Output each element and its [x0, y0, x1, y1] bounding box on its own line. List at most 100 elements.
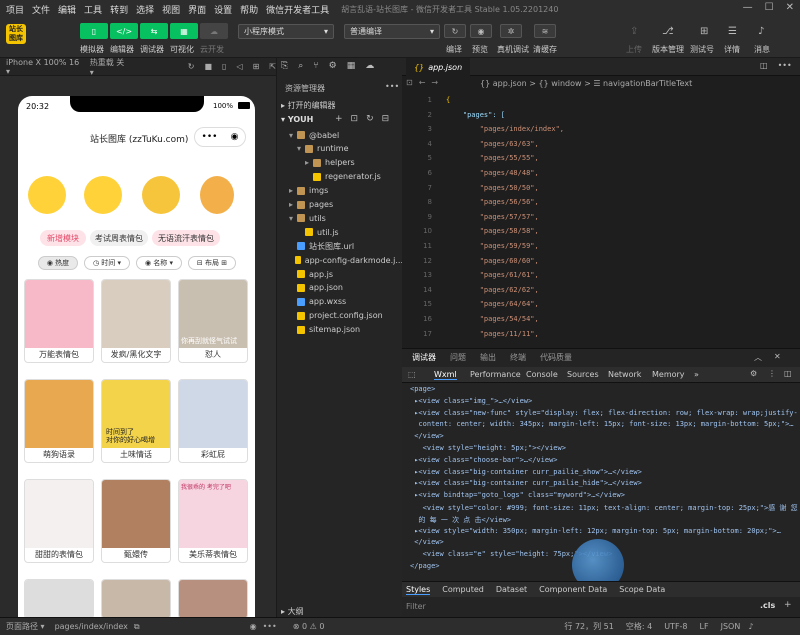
file-tree-item[interactable]: project.config.json [277, 309, 403, 323]
project-section[interactable]: ▾ YOUH [281, 115, 313, 124]
file-tree-item[interactable]: app-config-darkmode.j... [277, 253, 403, 267]
page-path-label[interactable]: 页面路径 ▾ [6, 621, 45, 632]
menu-file[interactable]: 文件 [32, 3, 50, 16]
tab-memory[interactable]: Memory [652, 370, 685, 379]
git-icon[interactable]: ⑂ [313, 61, 318, 71]
encoding[interactable]: UTF-8 [664, 622, 687, 631]
wxml-node[interactable]: <page> [410, 385, 435, 393]
search-icon[interactable]: ⌕ [298, 61, 303, 71]
sort-hot[interactable]: ◉ 热度 [38, 256, 78, 270]
emoji-chick-4[interactable] [200, 176, 234, 214]
file-tree-item[interactable]: app.json [277, 281, 403, 295]
problems-count[interactable]: ⊗ 0 ⚠ 0 [293, 622, 325, 631]
copy-icon[interactable]: ⧉ [134, 622, 140, 632]
visual-toggle[interactable]: ▦ [170, 23, 198, 39]
volume-icon[interactable]: ◁ [236, 62, 242, 71]
new-file-icon[interactable]: + [335, 114, 343, 124]
forward-icon[interactable]: → [431, 78, 438, 87]
wxml-node[interactable]: <view style="color: #999; font-size: 11p… [410, 503, 798, 513]
tab-issues[interactable]: 问题 [450, 352, 466, 363]
hot-reload-select[interactable]: 热重载 关 ▾ [90, 57, 128, 77]
inspect-icon[interactable]: ⬚ [408, 370, 416, 379]
wxml-node[interactable]: ▸<view class="new-func" style="display: … [410, 409, 798, 417]
real-debug-button[interactable]: ✲ [500, 24, 522, 38]
settings-icon[interactable]: ⚙ [750, 369, 757, 378]
close-icon[interactable]: ✕ [786, 2, 794, 13]
tab-dataset[interactable]: Dataset [496, 585, 527, 594]
menu-lines-icon[interactable]: ☰ [728, 26, 737, 37]
line-ending[interactable]: LF [700, 622, 709, 631]
phone-icon[interactable]: ▯ [222, 62, 226, 71]
tab-sources[interactable]: Sources [567, 370, 599, 379]
tab-scope-data[interactable]: Scope Data [619, 585, 665, 594]
card-partial-2[interactable] [101, 579, 171, 617]
editor-toggle[interactable]: </> [110, 23, 138, 39]
dock-icon[interactable]: ◫ [784, 369, 792, 378]
more-icon[interactable]: ••• [385, 82, 399, 91]
tag-speechless[interactable]: 无语流汗表情包 [152, 230, 220, 246]
more-icon[interactable]: ••• [263, 622, 277, 631]
mode-select[interactable]: 小程序模式 ▾ [238, 24, 334, 39]
wxml-node[interactable]: ▸<view style="width: 350px; margin-left:… [410, 527, 781, 535]
wxml-node[interactable]: content: center; width: 345px; margin-le… [410, 420, 793, 428]
code-area[interactable]: 1 {2 "pages": [3 "pages/index/index", 4 "p… [402, 94, 800, 348]
card-meilodi[interactable]: 我很乖的 考完了吧 美乐蒂表情包 [178, 479, 248, 563]
tab-console[interactable]: Console [526, 370, 558, 379]
tag-exam-week[interactable]: 考试周表情包 [90, 230, 148, 246]
simulator-toggle[interactable]: ▯ [80, 23, 108, 39]
card-tuwei[interactable]: 时间到了 对你的好心喝增 土味情话 [101, 379, 171, 463]
menu-goto[interactable]: 转到 [110, 3, 128, 16]
menu-view[interactable]: 视图 [162, 3, 180, 16]
outline-section[interactable]: ▸ 大纲 [281, 606, 304, 617]
wxml-node[interactable]: </page> [410, 562, 440, 570]
card-duiren[interactable]: 你再刮就怪气试试 怼人 [178, 279, 248, 363]
file-tree-item[interactable]: sitemap.json [277, 323, 403, 337]
file-tree-item[interactable]: ▾ runtime [277, 142, 403, 156]
back-icon[interactable]: ← [419, 78, 426, 87]
indent-spaces[interactable]: 空格: 4 [626, 621, 652, 632]
visibility-icon[interactable]: ◉ [250, 622, 257, 631]
wxml-node[interactable]: ▸<view bindtap="goto_logs" class="myword… [410, 491, 625, 499]
file-tree-item[interactable]: ▾ @babel [277, 128, 403, 142]
menu-interface[interactable]: 界面 [188, 3, 206, 16]
stop-icon[interactable]: ■ [204, 62, 212, 71]
file-tree-item[interactable]: app.js [277, 267, 403, 281]
more-icon[interactable]: ••• [202, 132, 218, 142]
more-icon[interactable]: ••• [778, 61, 792, 70]
sort-time[interactable]: ◷ 时间 ▾ [84, 256, 130, 270]
tab-app-json[interactable]: {} app.json [406, 58, 471, 76]
kebab-icon[interactable]: ⋮ [768, 369, 776, 378]
add-style-icon[interactable]: + [784, 600, 792, 610]
menu-tools[interactable]: 工具 [84, 3, 102, 16]
tag-new-module[interactable]: 新增模块 [40, 230, 86, 246]
menu-help[interactable]: 帮助 [240, 3, 258, 16]
card-partial-1[interactable] [24, 579, 94, 617]
clear-cache-button[interactable]: ≋ [534, 24, 556, 38]
cloud-icon[interactable]: ☁ [365, 61, 374, 71]
cls-toggle[interactable]: .cls [760, 601, 775, 610]
menu-project[interactable]: 项目 [6, 3, 24, 16]
tab-output[interactable]: 输出 [480, 352, 496, 363]
card-fafeng[interactable]: 发疯/黑化文字 [101, 279, 171, 363]
language-mode[interactable]: JSON [721, 622, 741, 631]
emoji-chick-2[interactable] [84, 176, 122, 214]
wxml-node[interactable]: ▸<view class="big-container curr_pailie_… [410, 468, 642, 476]
breadcrumb[interactable]: {} app.json > {} window > ☰ navigationBa… [480, 79, 692, 88]
card-wanneng[interactable]: 万能表情包 [24, 279, 94, 363]
compile-select[interactable]: 普通编译 ▾ [344, 24, 440, 39]
bell-icon[interactable]: ♪ [758, 26, 764, 37]
wxml-node[interactable]: 的 每 一 次 点 击</view> [410, 515, 511, 525]
popout-icon[interactable]: ⇱ [269, 62, 276, 71]
tab-more[interactable]: » [694, 370, 699, 379]
upload-icon[interactable]: ⇪ [630, 26, 638, 37]
tab-code-quality[interactable]: 代码质量 [540, 352, 572, 363]
tab-wxml[interactable]: Wxml [434, 370, 457, 380]
close-icon[interactable]: ✕ [774, 352, 781, 363]
tab-styles[interactable]: Styles [406, 585, 431, 595]
menu-select[interactable]: 选择 [136, 3, 154, 16]
file-tree-item[interactable]: app.wxss [277, 295, 403, 309]
menu-edit[interactable]: 编辑 [58, 3, 76, 16]
cloud-toggle[interactable]: ☁ [200, 23, 228, 39]
debug-icon[interactable]: ⚙ [329, 61, 337, 71]
bell-icon[interactable]: ♪ [748, 622, 753, 631]
